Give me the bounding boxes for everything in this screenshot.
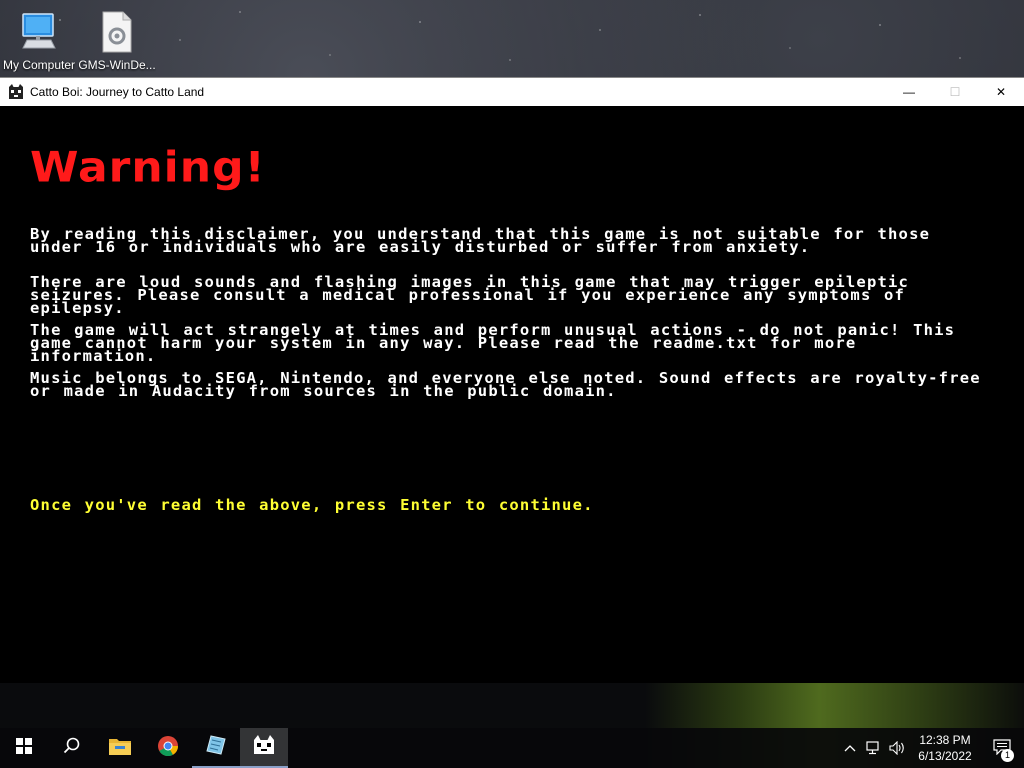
computer-icon bbox=[0, 8, 78, 56]
minimize-button[interactable]: — bbox=[886, 78, 932, 106]
window-titlebar[interactable]: Catto Boi: Journey to Catto Land — ☐ ✕ bbox=[0, 78, 1024, 106]
chevron-up-icon[interactable] bbox=[838, 744, 862, 752]
chrome-icon bbox=[157, 735, 179, 761]
desktop-icon-label: My Computer bbox=[2, 58, 76, 72]
desktop-icon-gms-windev[interactable]: GMS-WinDe... bbox=[78, 8, 156, 72]
chrome-button[interactable] bbox=[144, 728, 192, 768]
catto-boi-taskbar-button[interactable] bbox=[240, 728, 288, 768]
catto-boi-icon bbox=[253, 735, 275, 759]
file-explorer-icon bbox=[108, 736, 132, 760]
settings-file-icon bbox=[78, 8, 156, 56]
system-tray: 12:38 PM 6/13/2022 1 bbox=[838, 728, 1024, 768]
desktop-icon-my-computer[interactable]: My Computer bbox=[0, 8, 78, 72]
maximize-button[interactable]: ☐ bbox=[932, 78, 978, 106]
warning-heading: Warning! bbox=[30, 143, 266, 192]
file-explorer-button[interactable] bbox=[96, 728, 144, 768]
search-icon bbox=[63, 737, 81, 759]
desktop-icon-label: GMS-WinDe... bbox=[78, 58, 156, 72]
clock[interactable]: 12:38 PM 6/13/2022 bbox=[910, 732, 980, 764]
action-center-button[interactable]: 1 bbox=[980, 738, 1024, 762]
disclaimer-paragraph-behavior: The game will act strangely at times and… bbox=[30, 321, 956, 365]
notification-count-badge: 1 bbox=[1001, 748, 1014, 762]
window-title: Catto Boi: Journey to Catto Land bbox=[30, 85, 205, 99]
taskbar-area: 12:38 PM 6/13/2022 1 bbox=[0, 683, 1024, 768]
clock-date: 6/13/2022 bbox=[918, 749, 972, 763]
notepad-icon bbox=[205, 734, 227, 760]
network-icon[interactable] bbox=[862, 741, 886, 755]
taskbar: 12:38 PM 6/13/2022 1 bbox=[0, 728, 1024, 768]
disclaimer-paragraph-credits: Music belongs to SEGA, Nintendo, and eve… bbox=[30, 369, 981, 400]
notepad-button[interactable] bbox=[192, 728, 240, 768]
disclaimer-paragraph-epilepsy: There are loud sounds and flashing image… bbox=[30, 273, 910, 317]
continue-prompt: Once you've read the above, press Enter … bbox=[30, 496, 594, 514]
close-button[interactable]: ✕ bbox=[978, 78, 1024, 106]
cat-icon bbox=[8, 84, 24, 100]
search-button[interactable] bbox=[48, 728, 96, 768]
game-canvas[interactable]: Warning! By reading this disclaimer, you… bbox=[0, 106, 1024, 684]
start-button[interactable] bbox=[0, 728, 48, 768]
start-icon bbox=[16, 738, 32, 758]
disclaimer-paragraph-age: By reading this disclaimer, you understa… bbox=[30, 225, 931, 256]
game-window: Catto Boi: Journey to Catto Land — ☐ ✕ W… bbox=[0, 77, 1024, 684]
clock-time: 12:38 PM bbox=[919, 733, 971, 747]
volume-icon[interactable] bbox=[886, 741, 910, 755]
